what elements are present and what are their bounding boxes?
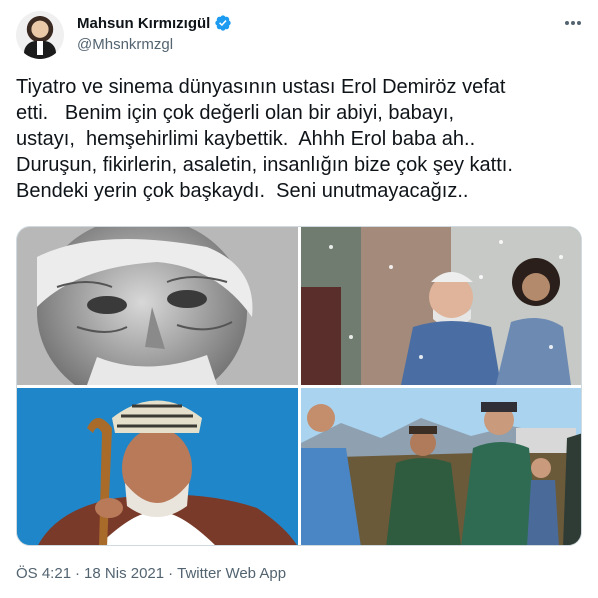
tweet-meta: ÖS 4:21 · 18 Nis 2021 · Twitter Web App bbox=[16, 565, 286, 582]
tweet[interactable]: Mahsun Kırmızıgül @Mhsnkrmzgl Tiyatro ve… bbox=[0, 0, 598, 598]
tweet-time[interactable]: ÖS 4:21 bbox=[16, 565, 71, 582]
photo-4-image bbox=[301, 388, 581, 545]
photo-3[interactable] bbox=[17, 388, 298, 545]
display-name[interactable]: Mahsun Kırmızıgül bbox=[77, 15, 210, 32]
separator-1: · bbox=[75, 565, 81, 582]
tweet-text: Tiyatro ve sinema dünyasının ustası Erol… bbox=[16, 76, 513, 202]
avatar[interactable] bbox=[16, 11, 64, 59]
avatar-shirt bbox=[37, 41, 43, 55]
tweet-date[interactable]: 18 Nis 2021 bbox=[84, 565, 164, 582]
photo-2[interactable] bbox=[301, 227, 581, 385]
media-grid bbox=[16, 226, 582, 546]
verified-badge-icon bbox=[215, 15, 232, 31]
tweet-source[interactable]: Twitter Web App bbox=[177, 565, 286, 582]
photo-1-image bbox=[17, 227, 298, 385]
photo-4[interactable] bbox=[301, 388, 581, 545]
photo-2-image bbox=[301, 227, 581, 385]
separator-2: · bbox=[168, 565, 174, 582]
photo-1[interactable] bbox=[17, 227, 298, 385]
author-name-row[interactable]: Mahsun Kırmızıgül bbox=[77, 14, 232, 32]
more-options-icon[interactable] bbox=[562, 12, 584, 34]
author-handle[interactable]: @Mhsnkrmzgl bbox=[77, 36, 173, 53]
photo-3-image bbox=[17, 388, 298, 545]
